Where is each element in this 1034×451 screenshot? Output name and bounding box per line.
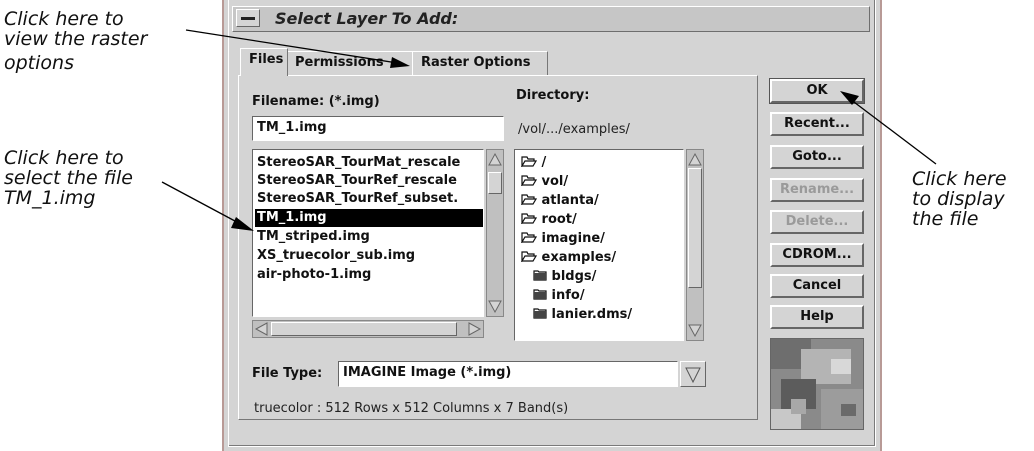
directory-name: vol/ (541, 174, 569, 189)
directory-name: atlanta/ (541, 193, 599, 208)
folder-open-icon (520, 213, 538, 226)
annotation-line: options (4, 52, 74, 74)
directory-label: Directory: (516, 88, 590, 103)
help-button[interactable]: Help (770, 305, 864, 329)
file-list-item[interactable]: StereoSAR_TourMat_rescale (257, 154, 460, 172)
annotation-raster-options: Click here to view the raster options (4, 9, 147, 73)
tab-files[interactable]: Files (240, 48, 288, 76)
annotation-line: Click here to (4, 8, 124, 30)
folder-open-icon (520, 175, 538, 188)
filename-label: Filename: (*.img) (252, 94, 380, 109)
annotation-select-file: Click here to select the file TM_1.img (4, 148, 133, 208)
directory-item[interactable]: examples/ (520, 249, 617, 267)
dialog-title: Select Layer To Add: (275, 9, 459, 28)
scroll-thumb[interactable] (488, 172, 502, 194)
annotation-line: to display (912, 188, 1005, 210)
image-info-text: truecolor : 512 Rows x 512 Columns x 7 B… (254, 401, 569, 416)
annotation-line: TM_1.img (4, 187, 96, 209)
folder-closed-icon (533, 289, 547, 300)
scroll-down-arrow-icon[interactable] (487, 298, 503, 314)
scroll-right-arrow-icon[interactable] (466, 321, 482, 337)
directory-item[interactable]: info/ (533, 287, 585, 305)
directory-item[interactable]: lanier.dms/ (533, 306, 632, 324)
file-list-item[interactable]: XS_truecolor_sub.img (257, 247, 415, 265)
directory-item[interactable]: root/ (520, 211, 577, 229)
ok-button[interactable]: OK (769, 78, 865, 104)
directory-name: root/ (541, 212, 577, 227)
annotation-line: the file (912, 208, 979, 230)
preview-image (771, 339, 863, 429)
folder-open-icon (520, 251, 538, 264)
select-layer-dialog: Select Layer To Add: Permissions Raster … (222, 0, 882, 451)
file-list-vscrollbar[interactable] (486, 149, 504, 317)
cancel-button[interactable]: Cancel (770, 274, 864, 298)
annotation-line: select the file (4, 167, 133, 189)
window-menu-button[interactable] (236, 9, 260, 27)
tab-permissions[interactable]: Permissions (286, 51, 414, 75)
rename-button[interactable]: Rename... (770, 178, 864, 202)
scroll-up-arrow-icon[interactable] (487, 152, 503, 168)
scroll-up-arrow-icon[interactable] (687, 152, 703, 168)
directory-item[interactable]: / (520, 154, 547, 172)
folder-open-icon (520, 232, 538, 245)
directory-path: /vol/.../examples/ (518, 122, 630, 137)
file-type-select[interactable]: IMAGINE Image (*.img) (338, 361, 678, 387)
file-list-hscrollbar[interactable] (252, 320, 484, 338)
annotation-line: Click here to (4, 147, 124, 169)
filename-input[interactable]: TM_1.img (252, 116, 504, 141)
scroll-down-arrow-icon[interactable] (687, 322, 703, 338)
directory-item[interactable]: bldgs/ (533, 268, 596, 286)
file-type-dropdown-button[interactable] (680, 361, 706, 387)
scroll-thumb[interactable] (688, 168, 702, 288)
cdrom-button[interactable]: CDROM... (770, 243, 864, 267)
folder-closed-icon (533, 270, 547, 281)
delete-button[interactable]: Delete... (770, 210, 864, 234)
file-list-item[interactable]: StereoSAR_TourRef_rescale (257, 172, 457, 190)
folder-open-icon (520, 156, 538, 169)
goto-button[interactable]: Goto... (770, 145, 864, 169)
file-list[interactable]: StereoSAR_TourMat_rescale StereoSAR_Tour… (252, 149, 484, 317)
directory-name: examples/ (541, 250, 617, 265)
file-list-item[interactable]: TM_striped.img (257, 228, 370, 246)
directory-list-vscrollbar[interactable] (686, 149, 704, 341)
annotation-line: view the raster (4, 28, 148, 50)
directory-item[interactable]: atlanta/ (520, 192, 599, 210)
chevron-down-icon (685, 367, 701, 384)
directory-name: info/ (551, 288, 585, 303)
scroll-left-arrow-icon[interactable] (254, 321, 270, 337)
directory-name: / (541, 155, 547, 170)
folder-closed-icon (533, 308, 547, 319)
directory-item[interactable]: imagine/ (520, 230, 605, 248)
directory-list[interactable]: / vol/ atlanta/ root/ imagine/ examples/… (514, 149, 684, 341)
image-preview-thumbnail (770, 338, 864, 430)
tab-raster-options[interactable]: Raster Options (412, 51, 548, 75)
directory-name: bldgs/ (551, 269, 597, 284)
annotation-display-file: Click here to display the file (912, 169, 1007, 229)
folder-open-icon (520, 194, 538, 207)
directory-item[interactable]: vol/ (520, 173, 569, 191)
file-list-item[interactable]: air-photo-1.img (257, 266, 371, 284)
file-list-item-selected[interactable]: TM_1.img (255, 209, 483, 227)
scroll-thumb[interactable] (271, 322, 457, 336)
file-type-label: File Type: (252, 366, 323, 381)
file-list-item[interactable]: StereoSAR_TourRef_subset. (257, 190, 458, 208)
directory-name: imagine/ (541, 231, 605, 246)
annotation-line: Click here (912, 168, 1007, 190)
directory-name: lanier.dms/ (551, 307, 633, 322)
recent-button[interactable]: Recent... (770, 112, 864, 136)
title-bar[interactable]: Select Layer To Add: (232, 6, 870, 32)
